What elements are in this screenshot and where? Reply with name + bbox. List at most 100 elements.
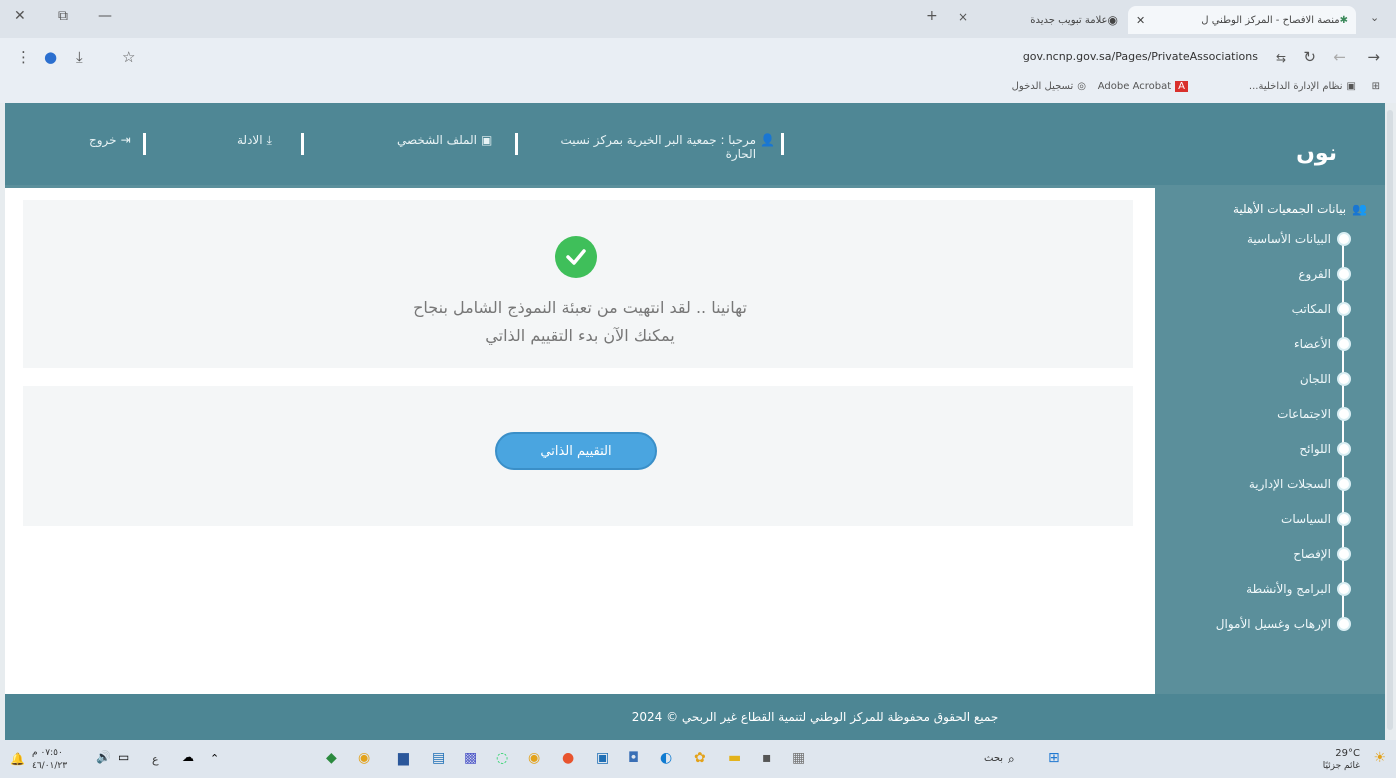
bookmark-internal[interactable]: ▣ نظام الإدارة الداخلية... [1249,81,1356,92]
sidebar-item-label: الإفصاح [1293,547,1331,561]
app-icon[interactable]: ▪ [762,750,772,766]
step-dot-icon [1337,267,1351,281]
back-icon[interactable]: → [1367,48,1380,66]
folder-icon[interactable]: ▬ [728,750,741,766]
download-icon: ⤓ [266,133,272,147]
word-icon[interactable]: ▆ [398,750,409,766]
internal-system-icon: ▣ [1346,81,1356,92]
bookmark-label: نظام الإدارة الداخلية... [1248,81,1343,92]
search-icon[interactable]: ⌕ [1008,752,1015,767]
tab-disclosure[interactable]: ✱ منصة الافصاح - المركز الوطني ل ✕ [1128,6,1356,34]
chrome-icon[interactable]: ◉ [358,750,370,766]
edge-icon[interactable]: ◐ [660,750,672,766]
app-icon[interactable]: ✿ [694,750,706,766]
download-icon[interactable]: ⤓ [76,48,83,66]
windows-start-icon[interactable]: ⊞ [1048,750,1060,766]
photos-icon[interactable]: ▣ [596,750,609,766]
profile-label: الملف الشخصي [397,133,477,147]
footer: جميع الحقوق محفوظة للمركز الوطني لتنمية … [5,694,1385,740]
restore-window-icon[interactable]: ⧉ [58,8,68,24]
step-dot-icon [1337,477,1351,491]
menu-icon[interactable]: ⋮ [16,48,31,66]
profile-link[interactable]: ▣ الملف الشخصي [397,133,492,147]
site-logo[interactable]: نوں [1296,141,1337,166]
sidebar-item-label: المكاتب [1291,302,1331,316]
success-check-icon [555,236,597,278]
app-icon[interactable]: ◆ [326,750,337,766]
sidebar-item-branches[interactable]: الفروع [1298,266,1351,282]
logout-icon: ⇥ [120,133,131,147]
separator [143,133,146,155]
reload-icon[interactable]: ↻ [1303,48,1316,66]
minimize-window-icon[interactable]: — [98,8,112,24]
sidebar-item-label: السياسات [1281,512,1331,526]
site-favicon-icon: ✱ [1339,14,1348,26]
sidebar-title[interactable]: 👥 بيانات الجمعيات الأهلية [1233,202,1367,216]
logout-link[interactable]: ⇥ خروج [89,133,131,147]
sidebar-item-label: البرامج والأنشطة [1246,582,1331,596]
scrollbar[interactable] [1387,110,1393,730]
welcome-text: مرحبا : جمعية البر الخيرية بمركز نسيت ال… [560,133,757,161]
sidebar-item-disclosure[interactable]: الإفصاح [1293,546,1351,562]
guides-link[interactable]: ⤓ الادلة [237,133,272,148]
teams-icon[interactable]: ▩ [464,750,477,766]
sidebar-item-admin-records[interactable]: السجلات الإدارية [1249,476,1351,492]
address-row: ⋮ ● ⤓ ☆ gov.ncnp.gov.sa/Pages/PrivateAss… [0,43,1396,73]
outlook-icon[interactable]: ▤ [432,750,445,766]
sidebar-item-programs[interactable]: البرامج والأنشطة [1246,581,1351,597]
volume-icon[interactable]: 🔊 [96,750,111,764]
user-icon: 👤 [760,133,775,147]
sidebar-item-label: السجلات الإدارية [1248,477,1331,491]
browser-chrome: ✕ ⧉ — + × ◉ علامة تبويب جديدة ✱ منصة الا… [0,0,1396,103]
weather-desc[interactable]: غائم جزئيًا [1323,761,1360,771]
sidebar-item-label: اللوائح [1299,442,1331,456]
sidebar-item-aml[interactable]: الإرهاب وغسيل الأموال [1216,616,1351,632]
weather-icon[interactable]: ☀ [1373,750,1386,766]
id-card-icon: ▣ [481,133,493,147]
close-tab-icon[interactable]: ✕ [1136,14,1145,27]
globe-icon: ◎ [1077,81,1086,92]
tab-label: علامة تبويب جديدة [1030,14,1108,26]
whatsapp-icon[interactable]: ◌ [496,750,508,766]
sidebar-item-offices[interactable]: المكاتب [1292,301,1351,317]
step-dot-icon [1337,582,1351,596]
forward-icon[interactable]: ← [1333,48,1346,66]
sidebar-item-regulations[interactable]: اللوائح [1299,441,1351,457]
clock-time[interactable]: ٠٧:٥٠ م [32,748,63,758]
notification-bell-icon[interactable]: 🔔 [10,752,25,766]
tab-new[interactable]: ◉ علامة تبويب جديدة [996,6,1126,34]
profile-icon[interactable]: ● [44,48,57,66]
sidebar-item-policies[interactable]: السياسات [1281,511,1351,527]
welcome-user: 👤 مرحبا : جمعية البر الخيرية بمركز نسيت … [545,133,776,161]
tab-list-icon[interactable]: ⌄ [1370,11,1379,24]
input-language[interactable]: ع [152,753,159,766]
close-tab-icon[interactable]: × [958,10,968,24]
step-dot-icon [1337,372,1351,386]
bookmark-acrobat[interactable]: A Adobe Acrobat [1098,81,1188,92]
self-assessment-button[interactable]: التقييم الذاتي [495,432,657,470]
sidebar-item-basic-data[interactable]: البيانات الأساسية [1247,231,1351,247]
store-icon[interactable]: ◘ [628,750,639,766]
sidebar-item-committees[interactable]: اللجان [1300,371,1351,387]
onedrive-icon[interactable]: ☁ [182,750,194,764]
bookmark-star-icon[interactable]: ☆ [122,48,135,66]
app-icon[interactable]: ▦ [792,750,805,766]
weather-temp[interactable]: 29°C [1335,748,1360,759]
firefox-icon[interactable]: ● [562,750,574,766]
search-label[interactable]: بحث [984,753,1003,764]
step-dot-icon [1337,407,1351,421]
site-settings-icon[interactable]: ⇆ [1276,51,1286,65]
network-icon[interactable]: ▭ [118,750,129,764]
clock-date[interactable]: ٤٦/٠١/٢٣ [32,761,67,771]
apps-icon[interactable]: ⊞ [1372,81,1380,92]
chevron-up-icon[interactable]: ⌃ [210,752,219,765]
chrome-icon[interactable]: ◉ [528,750,540,766]
new-tab-icon[interactable]: + [926,8,938,24]
sidebar-item-label: اللجان [1299,372,1331,386]
close-window-icon[interactable]: ✕ [14,8,26,24]
bookmark-login[interactable]: ◎ تسجيل الدخول [1012,81,1086,92]
tab-bar: ✕ ⧉ — + × ◉ علامة تبويب جديدة ✱ منصة الا… [0,0,1396,38]
sidebar-item-members[interactable]: الأعضاء [1294,336,1351,352]
sidebar-item-meetings[interactable]: الاجتماعات [1277,406,1351,422]
url-input[interactable]: gov.ncnp.gov.sa/Pages/PrivateAssociation… [1023,50,1258,63]
